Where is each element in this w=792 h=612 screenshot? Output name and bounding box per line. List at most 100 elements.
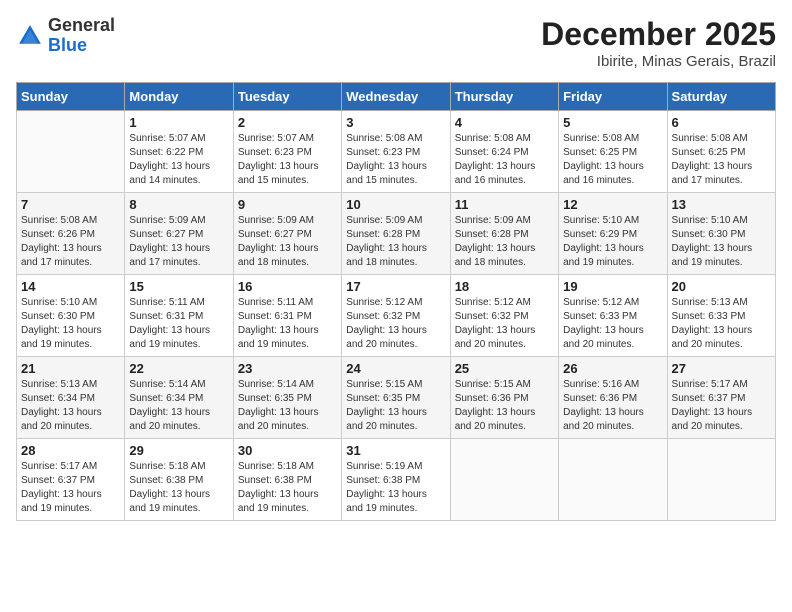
day-cell — [559, 439, 667, 521]
day-cell: 29Sunrise: 5:18 AMSunset: 6:38 PMDayligh… — [125, 439, 233, 521]
day-number: 26 — [563, 361, 662, 376]
day-number: 21 — [21, 361, 120, 376]
day-cell: 18 Sunrise: 5:12 AMSunset: 6:32 PMDayligh… — [450, 275, 558, 357]
day-cell: 3 Sunrise: 5:08 AMSunset: 6:23 PMDaylight… — [342, 111, 450, 193]
day-info: Sunrise: 5:18 AMSunset: 6:38 PMDaylight:… — [129, 460, 228, 516]
day-info: Sunrise: 5:14 AMSunset: 6:34 PMDaylight:… — [129, 378, 228, 434]
logo-blue: Blue — [48, 35, 87, 55]
day-info: Sunrise: 5:17 AMSunset: 6:37 PMDaylight:… — [21, 460, 120, 516]
day-cell — [450, 439, 558, 521]
week-row-1: 1 Sunrise: 5:07 AMSunset: 6:22 PMDaylight… — [17, 111, 776, 193]
calendar-header: Sunday Monday Tuesday Wednesday Thursday… — [17, 83, 776, 111]
day-info: Sunrise: 5:09 AMSunset: 6:28 PMDaylight:… — [455, 214, 554, 270]
logo-general: General — [48, 15, 115, 35]
day-number: 3 — [346, 115, 445, 130]
day-info: Sunrise: 5:17 AMSunset: 6:37 PMDaylight:… — [672, 378, 771, 434]
header-thursday: Thursday — [450, 83, 558, 111]
day-cell: 5 Sunrise: 5:08 AMSunset: 6:25 PMDaylight… — [559, 111, 667, 193]
day-cell — [667, 439, 775, 521]
day-cell: 7Sunrise: 5:08 AMSunset: 6:26 PMDaylight… — [17, 193, 125, 275]
day-number: 6 — [672, 115, 771, 130]
day-info: Sunrise: 5:08 AMSunset: 6:25 PMDaylight:… — [672, 132, 771, 188]
day-cell: 13Sunrise: 5:10 AMSunset: 6:30 PMDayligh… — [667, 193, 775, 275]
location: Ibirite, Minas Gerais, Brazil — [541, 53, 776, 70]
day-info: Sunrise: 5:12 AMSunset: 6:32 PMDaylight:… — [346, 296, 445, 352]
day-cell: 1 Sunrise: 5:07 AMSunset: 6:22 PMDaylight… — [125, 111, 233, 193]
day-info: Sunrise: 5:15 AMSunset: 6:36 PMDaylight:… — [455, 378, 554, 434]
day-info: Sunrise: 5:15 AMSunset: 6:35 PMDaylight:… — [346, 378, 445, 434]
day-info: Sunrise: 5:11 AMSunset: 6:31 PMDaylight:… — [238, 296, 337, 352]
day-info: Sunrise: 5:08 AMSunset: 6:25 PMDaylight:… — [563, 132, 662, 188]
day-info: Sunrise: 5:18 AMSunset: 6:38 PMDaylight:… — [238, 460, 337, 516]
logo-icon — [16, 22, 44, 50]
day-cell: 17 Sunrise: 5:12 AMSunset: 6:32 PMDayligh… — [342, 275, 450, 357]
logo: General Blue — [16, 16, 115, 56]
day-cell: 26 Sunrise: 5:16 AMSunset: 6:36 PMDayligh… — [559, 357, 667, 439]
page-header: General Blue December 2025 Ibirite, Mina… — [16, 16, 776, 70]
day-number: 5 — [563, 115, 662, 130]
day-info: Sunrise: 5:13 AMSunset: 6:34 PMDaylight:… — [21, 378, 120, 434]
day-info: Sunrise: 5:14 AMSunset: 6:35 PMDaylight:… — [238, 378, 337, 434]
title-block: December 2025 Ibirite, Minas Gerais, Bra… — [541, 16, 776, 70]
day-cell: 15Sunrise: 5:11 AMSunset: 6:31 PMDayligh… — [125, 275, 233, 357]
day-number: 22 — [129, 361, 228, 376]
day-number: 14 — [21, 279, 120, 294]
day-cell: 19 Sunrise: 5:12 AMSunset: 6:33 PMDayligh… — [559, 275, 667, 357]
day-cell: 12Sunrise: 5:10 AMSunset: 6:29 PMDayligh… — [559, 193, 667, 275]
day-number: 1 — [129, 115, 228, 130]
day-cell: 8Sunrise: 5:09 AMSunset: 6:27 PMDaylight… — [125, 193, 233, 275]
day-cell: 31 Sunrise: 5:19 AMSunset: 6:38 PMDayligh… — [342, 439, 450, 521]
week-row-4: 21 Sunrise: 5:13 AMSunset: 6:34 PMDayligh… — [17, 357, 776, 439]
day-number: 23 — [238, 361, 337, 376]
day-number: 25 — [455, 361, 554, 376]
day-info: Sunrise: 5:11 AMSunset: 6:31 PMDaylight:… — [129, 296, 228, 352]
week-row-5: 28 Sunrise: 5:17 AMSunset: 6:37 PMDayligh… — [17, 439, 776, 521]
day-cell: 25 Sunrise: 5:15 AMSunset: 6:36 PMDayligh… — [450, 357, 558, 439]
day-info: Sunrise: 5:16 AMSunset: 6:36 PMDaylight:… — [563, 378, 662, 434]
header-friday: Friday — [559, 83, 667, 111]
day-cell: 21 Sunrise: 5:13 AMSunset: 6:34 PMDayligh… — [17, 357, 125, 439]
day-info: Sunrise: 5:09 AMSunset: 6:28 PMDaylight:… — [346, 214, 445, 270]
day-info: Sunrise: 5:13 AMSunset: 6:33 PMDaylight:… — [672, 296, 771, 352]
day-info: Sunrise: 5:07 AMSunset: 6:23 PMDaylight:… — [238, 132, 337, 188]
week-row-3: 14 Sunrise: 5:10 AMSunset: 6:30 PMDayligh… — [17, 275, 776, 357]
day-number: 13 — [672, 197, 771, 212]
month-title: December 2025 — [541, 16, 776, 53]
header-saturday: Saturday — [667, 83, 775, 111]
day-number: 17 — [346, 279, 445, 294]
day-cell: 30Sunrise: 5:18 AMSunset: 6:38 PMDayligh… — [233, 439, 341, 521]
day-cell: 27Sunrise: 5:17 AMSunset: 6:37 PMDayligh… — [667, 357, 775, 439]
day-info: Sunrise: 5:12 AMSunset: 6:32 PMDaylight:… — [455, 296, 554, 352]
day-number: 20 — [672, 279, 771, 294]
day-number: 8 — [129, 197, 228, 212]
day-info: Sunrise: 5:10 AMSunset: 6:30 PMDaylight:… — [21, 296, 120, 352]
day-cell: 6 Sunrise: 5:08 AMSunset: 6:25 PMDaylight… — [667, 111, 775, 193]
day-cell: 28 Sunrise: 5:17 AMSunset: 6:37 PMDayligh… — [17, 439, 125, 521]
day-info: Sunrise: 5:12 AMSunset: 6:33 PMDaylight:… — [563, 296, 662, 352]
day-info: Sunrise: 5:19 AMSunset: 6:38 PMDaylight:… — [346, 460, 445, 516]
day-info: Sunrise: 5:07 AMSunset: 6:22 PMDaylight:… — [129, 132, 228, 188]
calendar-body: 1 Sunrise: 5:07 AMSunset: 6:22 PMDaylight… — [17, 111, 776, 521]
week-row-2: 7Sunrise: 5:08 AMSunset: 6:26 PMDaylight… — [17, 193, 776, 275]
day-number: 12 — [563, 197, 662, 212]
day-cell: 20 Sunrise: 5:13 AMSunset: 6:33 PMDayligh… — [667, 275, 775, 357]
day-cell: 22 Sunrise: 5:14 AMSunset: 6:34 PMDayligh… — [125, 357, 233, 439]
day-number: 11 — [455, 197, 554, 212]
day-number: 10 — [346, 197, 445, 212]
day-number: 24 — [346, 361, 445, 376]
weekday-header-row: Sunday Monday Tuesday Wednesday Thursday… — [17, 83, 776, 111]
day-number: 19 — [563, 279, 662, 294]
day-cell: 10 Sunrise: 5:09 AMSunset: 6:28 PMDayligh… — [342, 193, 450, 275]
day-number: 18 — [455, 279, 554, 294]
day-info: Sunrise: 5:08 AMSunset: 6:24 PMDaylight:… — [455, 132, 554, 188]
day-info: Sunrise: 5:08 AMSunset: 6:26 PMDaylight:… — [21, 214, 120, 270]
header-monday: Monday — [125, 83, 233, 111]
day-cell: 2Sunrise: 5:07 AMSunset: 6:23 PMDaylight… — [233, 111, 341, 193]
day-number: 28 — [21, 443, 120, 458]
day-info: Sunrise: 5:08 AMSunset: 6:23 PMDaylight:… — [346, 132, 445, 188]
header-sunday: Sunday — [17, 83, 125, 111]
day-number: 16 — [238, 279, 337, 294]
day-number: 31 — [346, 443, 445, 458]
day-cell: 23 Sunrise: 5:14 AMSunset: 6:35 PMDayligh… — [233, 357, 341, 439]
day-number: 9 — [238, 197, 337, 212]
